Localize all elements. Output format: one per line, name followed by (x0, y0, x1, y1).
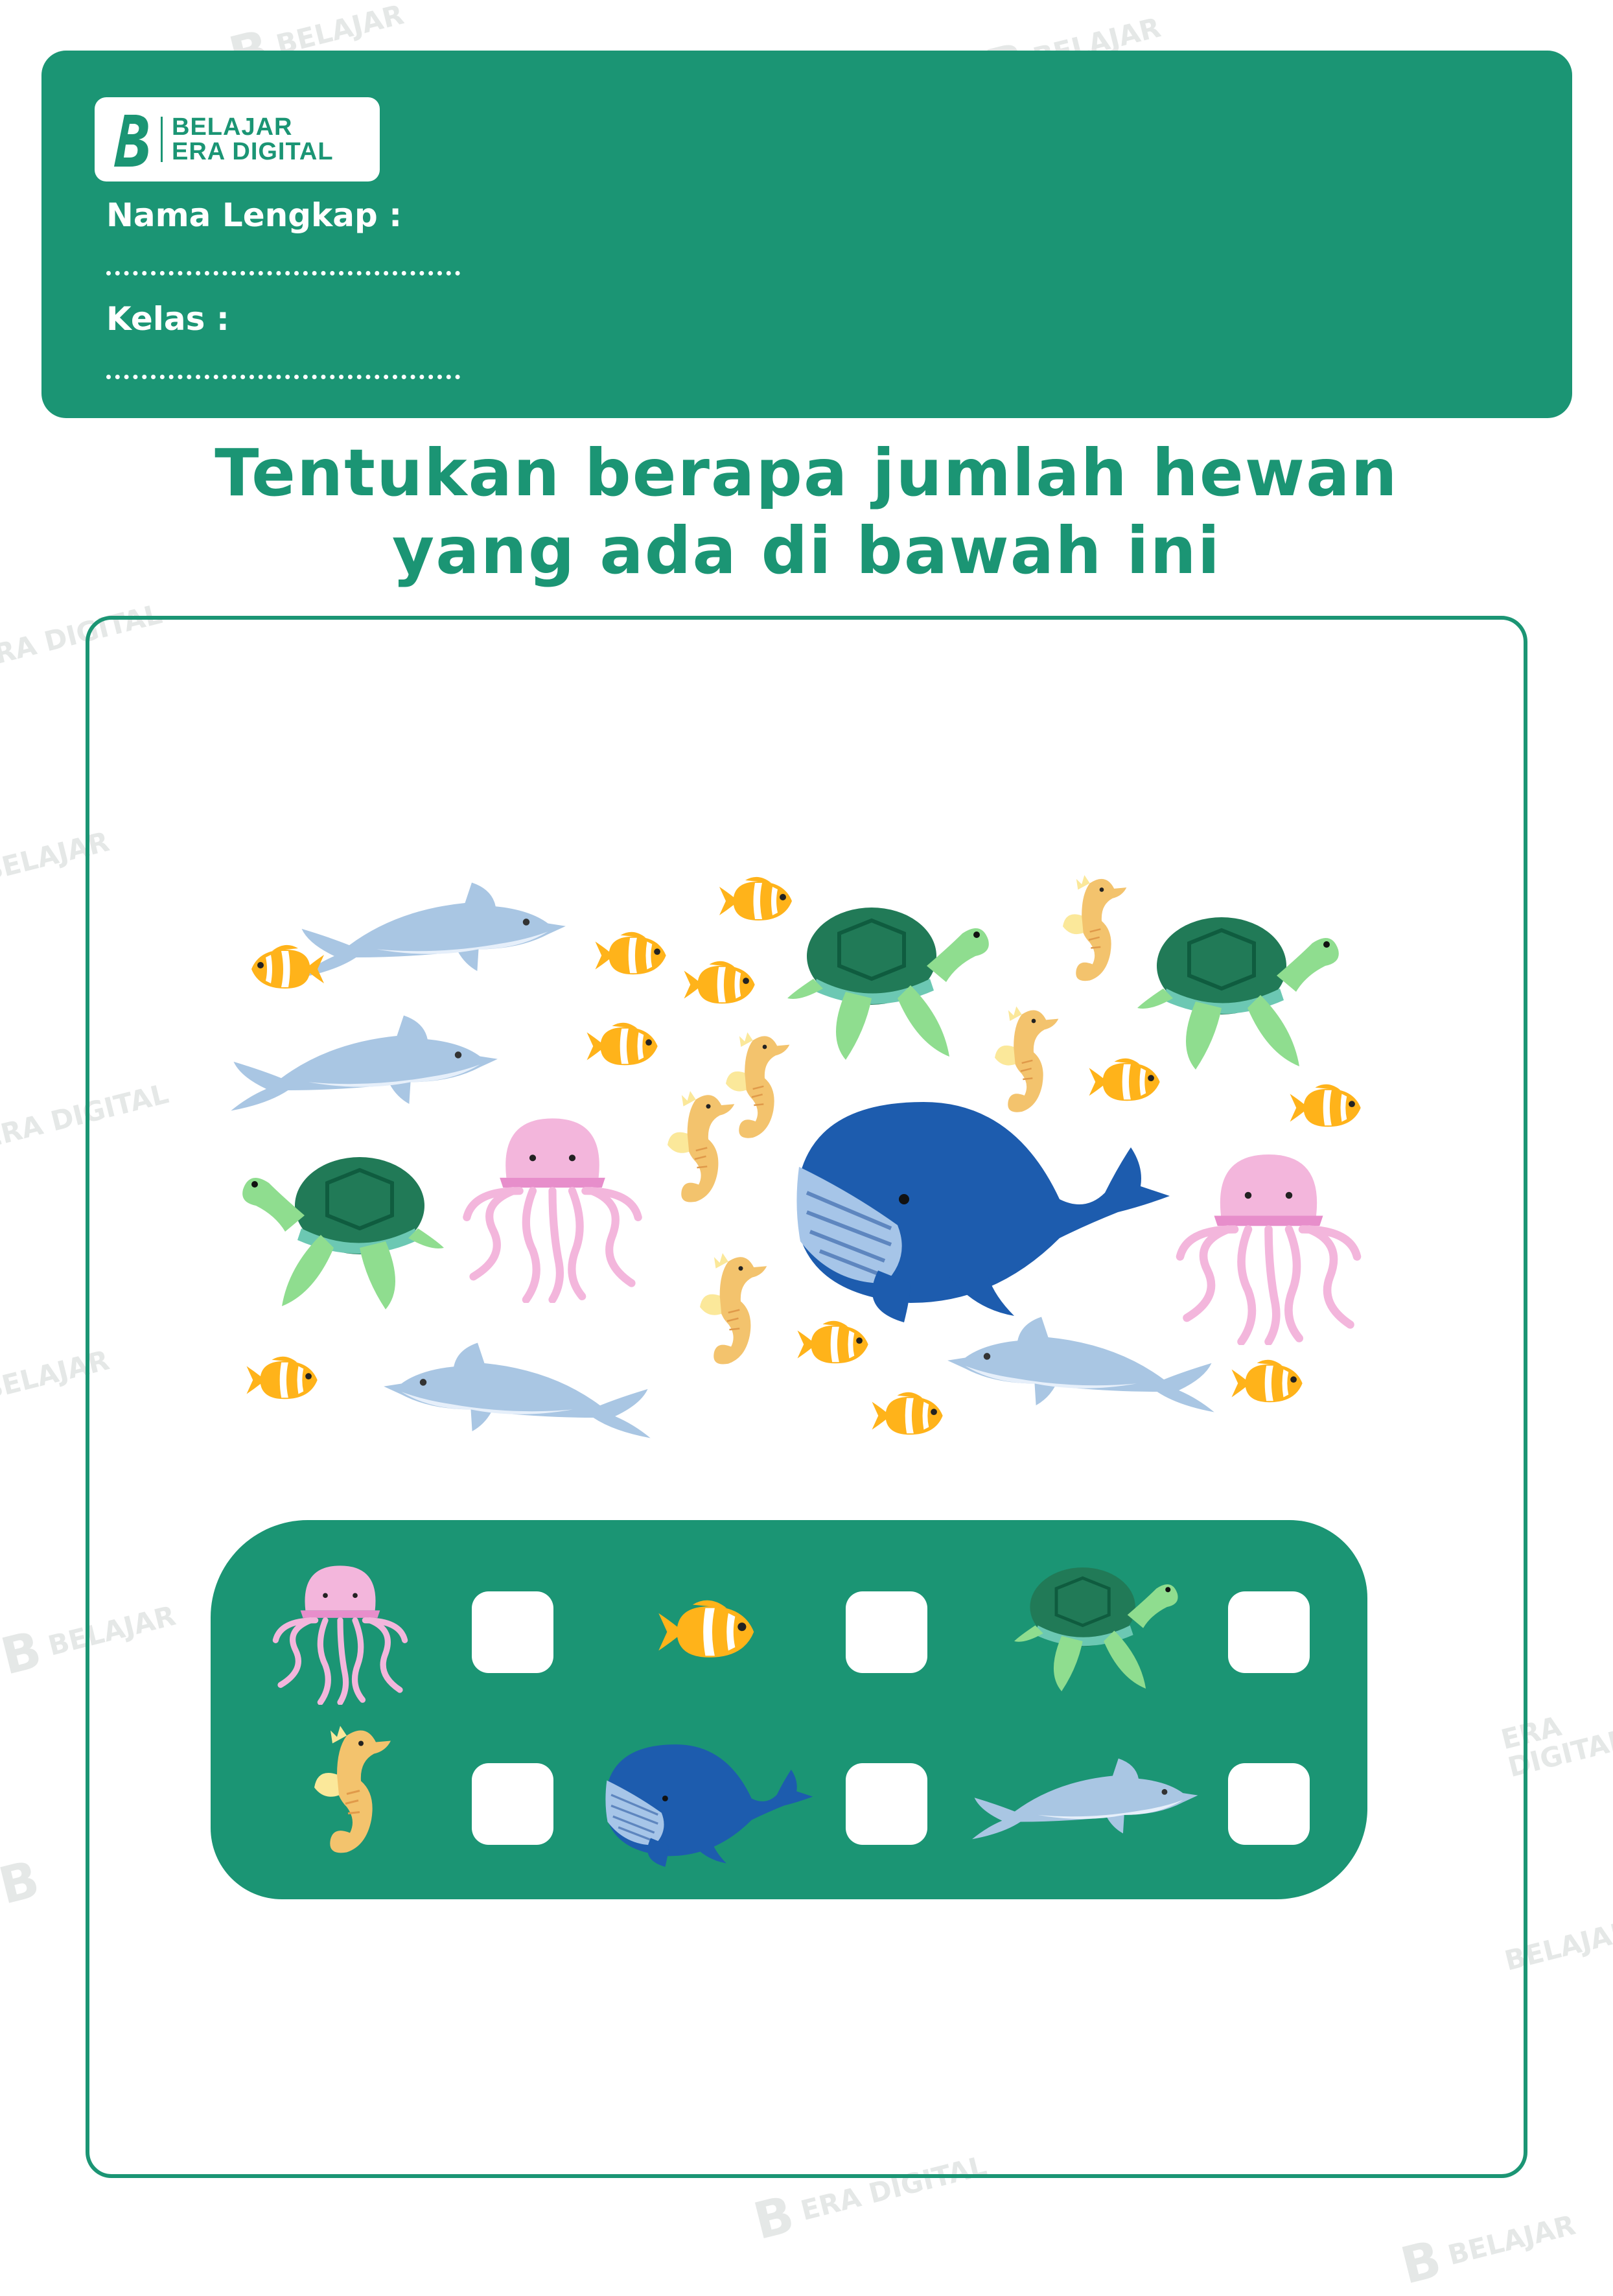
fish-icon (586, 1021, 663, 1072)
whale-icon (596, 1737, 813, 1867)
seahorse-icon (314, 1715, 392, 1873)
brand-mark-icon (110, 111, 152, 168)
name-label: Nama Lengkap : (106, 196, 402, 234)
watermark: BBELAJAR (1395, 2208, 1579, 2296)
seahorse-icon (667, 1086, 736, 1215)
answer-box-turtle[interactable] (1228, 1591, 1310, 1673)
jellyfish-icon (269, 1556, 412, 1705)
fish-icon (1290, 1083, 1366, 1133)
fish-icon (246, 1355, 323, 1405)
instruction-title: Tentukan berapa jumlah hewan yang ada di… (0, 434, 1613, 590)
answer-box-whale[interactable] (846, 1763, 927, 1845)
dolphin-icon (966, 1747, 1202, 1851)
whale-icon (781, 1089, 1170, 1322)
seahorse-icon (1063, 872, 1128, 992)
answer-panel (211, 1520, 1367, 1899)
jellyfish-icon (460, 1105, 645, 1303)
fish-icon (872, 1390, 948, 1441)
fish-icon (684, 959, 760, 1010)
turtle-icon (237, 1144, 444, 1313)
student-info-header: BELAJAR ERA DIGITAL Nama Lengkap : Kelas… (41, 51, 1572, 418)
turtle-icon (787, 895, 995, 1063)
jellyfish-icon (1170, 1141, 1367, 1345)
brand-line-2: ERA DIGITAL (172, 138, 334, 165)
dolphin-icon (227, 1002, 499, 1125)
fish-icon (719, 875, 797, 927)
dolphin-icon (295, 869, 567, 992)
dolphin-icon (382, 1329, 655, 1452)
instruction-line-1: Tentukan berapa jumlah hewan (215, 435, 1398, 511)
brand-name: BELAJAR ERA DIGITAL (172, 115, 334, 164)
instruction-line-2: yang ada di bawah ini (392, 513, 1221, 589)
fish-icon (658, 1598, 761, 1666)
fish-icon (1089, 1057, 1165, 1107)
brand-logo: BELAJAR ERA DIGITAL (95, 97, 380, 182)
class-label: Kelas : (106, 300, 229, 338)
answer-box-dolphin[interactable] (1228, 1763, 1310, 1845)
fish-icon (1231, 1358, 1308, 1409)
turtle-icon (1137, 904, 1345, 1073)
answer-box-jellyfish[interactable] (472, 1591, 553, 1673)
name-field[interactable] (106, 271, 460, 275)
fish-icon (797, 1319, 874, 1370)
answer-box-seahorse[interactable] (472, 1763, 553, 1845)
logo-divider (161, 117, 163, 162)
seahorse-icon (726, 1024, 791, 1154)
turtle-icon (1014, 1556, 1183, 1695)
brand-line-1: BELAJAR (172, 113, 293, 141)
fish-icon (246, 943, 324, 995)
seahorse-icon (700, 1248, 768, 1377)
fish-icon (595, 930, 671, 981)
answer-box-fish[interactable] (846, 1591, 927, 1673)
seahorse-icon (995, 1002, 1060, 1125)
class-field[interactable] (106, 375, 460, 379)
watermark: B (0, 1850, 45, 1916)
